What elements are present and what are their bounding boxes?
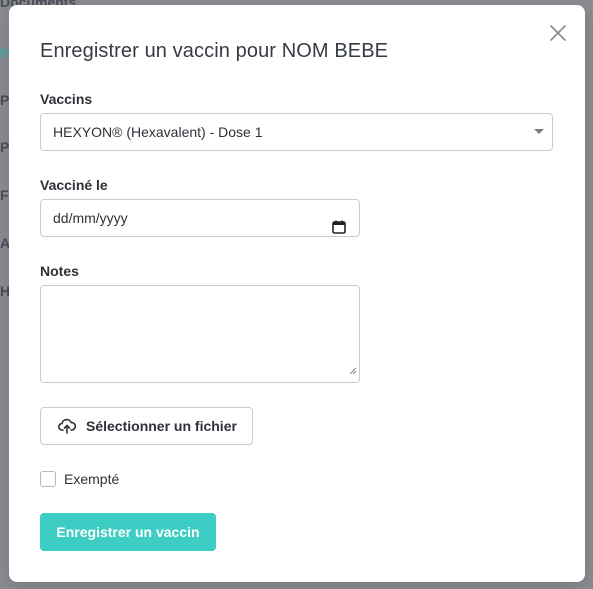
vaccination-date-input[interactable]: dd/mm/yyyy bbox=[40, 199, 360, 237]
bg-nav-item: F bbox=[0, 187, 9, 203]
vaccines-label: Vaccins bbox=[40, 91, 93, 107]
calendar-icon[interactable] bbox=[332, 211, 346, 247]
vaccine-select[interactable]: HEXYON® (Hexavalent) - Dose 1 bbox=[40, 113, 553, 151]
chevron-down-icon bbox=[534, 129, 544, 134]
close-icon[interactable] bbox=[549, 24, 567, 42]
modal-title: Enregistrer un vaccin pour NOM BEBE bbox=[40, 40, 389, 62]
vaccinated-on-label: Vacciné le bbox=[40, 177, 108, 193]
notes-textarea[interactable] bbox=[40, 285, 360, 383]
select-file-button[interactable]: Sélectionner un fichier bbox=[40, 407, 253, 445]
vaccine-select-value: HEXYON® (Hexavalent) - Dose 1 bbox=[53, 124, 263, 140]
bg-nav-item: P bbox=[0, 139, 10, 155]
exempt-row[interactable]: Exempté bbox=[40, 470, 119, 488]
exempt-label[interactable]: Exempté bbox=[64, 471, 119, 487]
notes-label: Notes bbox=[40, 263, 79, 279]
select-file-label: Sélectionner un fichier bbox=[86, 418, 237, 434]
vaccine-modal: Enregistrer un vaccin pour NOM BEBE Vacc… bbox=[9, 5, 585, 582]
resize-handle-icon[interactable] bbox=[349, 362, 357, 380]
bg-nav-item: P bbox=[0, 92, 10, 108]
upload-cloud-icon bbox=[58, 418, 76, 434]
date-placeholder: dd/mm/yyyy bbox=[53, 210, 128, 226]
exempt-checkbox[interactable] bbox=[40, 471, 56, 487]
save-vaccine-button[interactable]: Enregistrer un vaccin bbox=[40, 513, 216, 551]
